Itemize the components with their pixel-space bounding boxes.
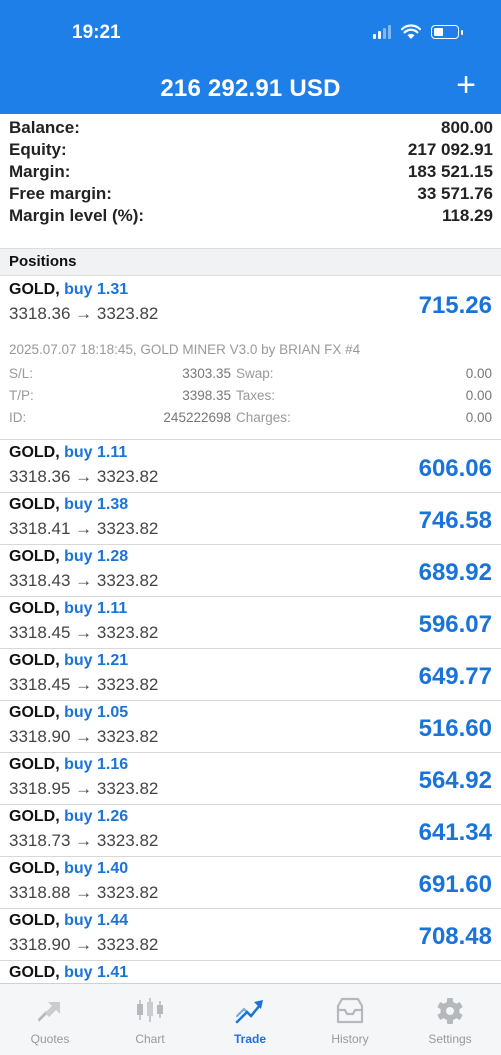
position-prices: 3318.41 → 3323.82: [9, 519, 159, 538]
position-row[interactable]: GOLD, buy 1.21 3318.45 → 3323.82 649.77: [0, 649, 501, 701]
position-row[interactable]: GOLD, buy 1.28 3318.43 → 3323.82 689.92: [0, 545, 501, 597]
position-prices: 3318.90 → 3323.82: [9, 935, 159, 954]
bottom-tab-bar: Quotes Chart Trade History Settings: [0, 983, 501, 1055]
sl-label: S/L:: [9, 366, 34, 381]
signal-icon: [373, 25, 391, 39]
taxes-value: 0.00: [465, 388, 492, 403]
position-symbol: GOLD,: [9, 281, 60, 298]
position-row[interactable]: GOLD, buy 1.44 3318.90 → 3323.82 708.48: [0, 909, 501, 961]
position-type: buy 1.44: [64, 912, 129, 929]
position-symbol: GOLD,: [9, 600, 60, 617]
position-symbol: GOLD,: [9, 808, 60, 825]
position-type: buy 1.21: [64, 652, 129, 669]
battery-icon: [431, 25, 463, 39]
charges-label: Charges:: [236, 410, 291, 425]
quotes-icon: [38, 1002, 60, 1022]
position-prices: 3318.45 → 3323.82: [9, 675, 159, 694]
position-type: buy 1.11: [64, 600, 128, 617]
position-type: buy 1.31: [64, 281, 129, 298]
position-type: buy 1.26: [64, 808, 129, 825]
position-prices: 3318.95 → 3323.82: [9, 779, 159, 798]
sl-value: 3303.35: [182, 366, 231, 381]
position-type: buy 1.41: [64, 964, 129, 981]
position-row[interactable]: GOLD, buy 1.05 3318.90 → 3323.82 516.60: [0, 701, 501, 753]
summary-row-margin-level: Margin level (%): 118.29: [9, 206, 493, 225]
position-type: buy 1.28: [64, 548, 129, 565]
tp-label: T/P:: [9, 388, 34, 403]
position-row[interactable]: GOLD, buy 1.11 3318.36 → 3323.82 606.06: [0, 441, 501, 493]
position-row[interactable]: GOLD, buy 1.38 3318.41 → 3323.82 746.58: [0, 493, 501, 545]
position-profit: 746.58: [418, 507, 492, 534]
status-time: 19:21: [72, 22, 121, 43]
position-row[interactable]: GOLD, buy 1.11 3318.45 → 3323.82 596.07: [0, 597, 501, 649]
position-profit: 708.48: [418, 923, 492, 950]
position-type: buy 1.38: [64, 496, 129, 513]
position-profit: 715.26: [418, 292, 492, 319]
position-profit: 564.92: [418, 767, 492, 794]
account-summary: Balance: 800.00 Equity: 217 092.91 Margin:…: [0, 118, 501, 228]
header-bar: 19:21 216 292.91 USD +: [0, 0, 501, 114]
position-prices: 3318.36 → 3323.82: [9, 467, 159, 486]
chart-icon: [137, 998, 163, 1022]
tab-settings[interactable]: Settings: [400, 984, 500, 1055]
position-prices: 3318.73 → 3323.82: [9, 831, 159, 850]
trade-icon: [235, 1000, 263, 1024]
charges-value: 0.00: [465, 410, 492, 425]
expanded-position[interactable]: GOLD, buy 1.31 3318.36 → 3323.82 715.26 …: [0, 278, 501, 440]
position-symbol: GOLD,: [9, 912, 60, 929]
taxes-label: Taxes:: [236, 388, 276, 403]
position-type: buy 1.05: [64, 704, 129, 721]
position-profit: 689.92: [418, 559, 492, 586]
history-icon: [336, 997, 364, 1024]
swap-label: Swap:: [236, 366, 274, 381]
position-symbol: GOLD,: [9, 756, 60, 773]
summary-row-equity: Equity: 217 092.91: [9, 140, 493, 159]
position-type: buy 1.16: [64, 756, 129, 773]
summary-row-margin: Margin: 183 521.15: [9, 162, 493, 181]
tp-value: 3398.35: [182, 388, 231, 403]
summary-row-balance: Balance: 800.00: [9, 118, 493, 137]
position-prices: 3318.36 → 3323.82: [9, 304, 159, 323]
position-prices: 3318.88 → 3323.82: [9, 883, 159, 902]
position-prices: 3318.45 → 3323.82: [9, 623, 159, 642]
swap-value: 0.00: [465, 366, 492, 381]
position-profit: 641.34: [418, 819, 492, 846]
position-symbol: GOLD,: [9, 496, 60, 513]
position-type: buy 1.11: [64, 444, 128, 461]
new-order-button[interactable]: +: [456, 68, 476, 102]
position-symbol: GOLD,: [9, 860, 60, 877]
id-value: 245222698: [163, 410, 231, 425]
tab-chart[interactable]: Chart: [100, 984, 200, 1055]
positions-section-header: Positions: [0, 248, 501, 276]
position-symbol: GOLD,: [9, 704, 60, 721]
status-icons: [373, 22, 463, 42]
position-profit: 606.06: [418, 455, 492, 482]
position-profit: 649.77: [418, 663, 492, 690]
page-title: 216 292.91 USD: [160, 75, 341, 102]
position-type: buy 1.40: [64, 860, 129, 877]
position-profit: 516.60: [418, 715, 492, 742]
position-profit: 596.07: [418, 611, 492, 638]
position-row[interactable]: GOLD, buy 1.40 3318.88 → 3323.82 691.60: [0, 857, 501, 909]
position-prices: 3318.90 → 3323.82: [9, 727, 159, 746]
position-row[interactable]: GOLD, buy 1.16 3318.95 → 3323.82 564.92: [0, 753, 501, 805]
position-comment: 2025.07.07 18:18:45, GOLD MINER V3.0 by …: [9, 342, 361, 357]
tab-trade[interactable]: Trade: [200, 984, 300, 1055]
wifi-icon: [401, 24, 421, 39]
position-symbol: GOLD,: [9, 548, 60, 565]
position-profit: 691.60: [418, 871, 492, 898]
position-symbol: GOLD,: [9, 444, 60, 461]
tab-history[interactable]: History: [300, 984, 400, 1055]
summary-row-free-margin: Free margin: 33 571.76: [9, 184, 493, 203]
positions-list: GOLD, buy 1.11 3318.36 → 3323.82 606.06 GOL…: [0, 441, 501, 1013]
position-symbol: GOLD,: [9, 652, 60, 669]
gear-icon: [437, 998, 463, 1024]
id-label: ID:: [9, 410, 27, 425]
position-row[interactable]: GOLD, buy 1.26 3318.73 → 3323.82 641.34: [0, 805, 501, 857]
tab-quotes[interactable]: Quotes: [0, 984, 100, 1055]
position-symbol: GOLD,: [9, 964, 60, 981]
position-prices: 3318.43 → 3323.82: [9, 571, 159, 590]
